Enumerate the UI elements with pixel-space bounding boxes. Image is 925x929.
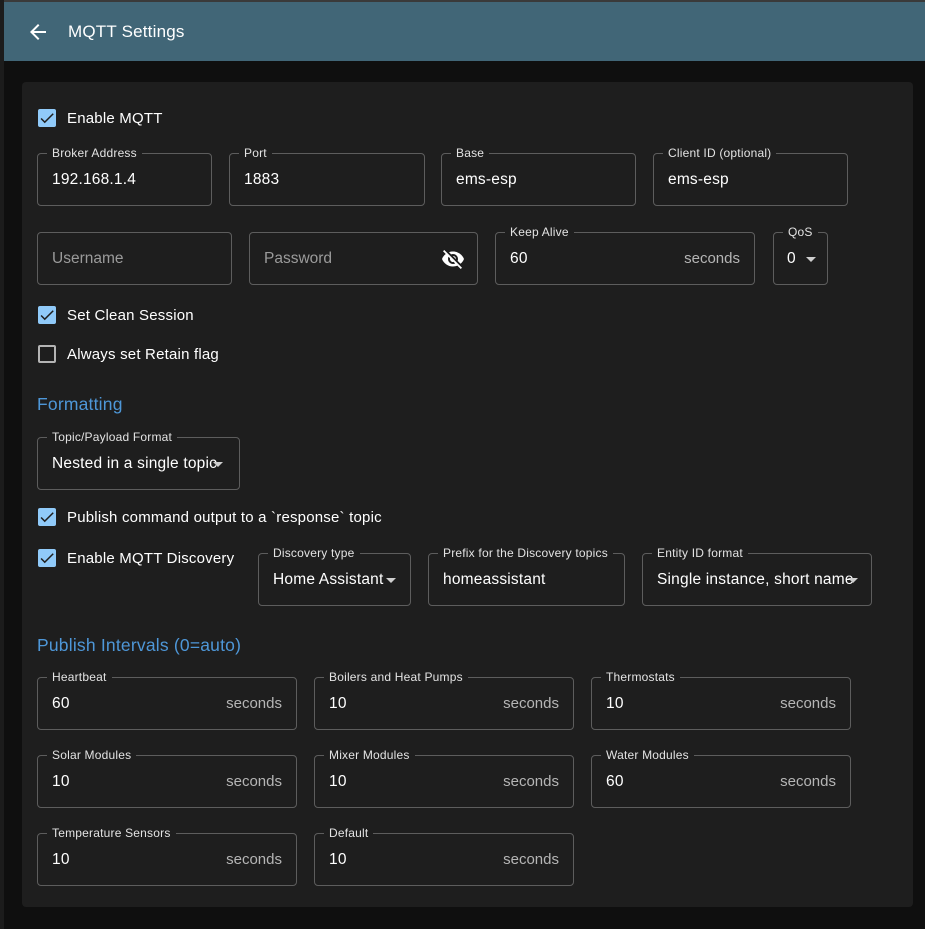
temperature-sensors-unit: seconds: [226, 834, 282, 885]
discovery-prefix-field[interactable]: Prefix for the Discovery topics homeassi…: [428, 553, 625, 606]
page-title: MQTT Settings: [68, 22, 185, 42]
thermostats-unit: seconds: [780, 678, 836, 729]
entity-id-format-caret-icon: [848, 578, 858, 583]
topic-format-value: Nested in a single topic: [52, 438, 217, 489]
clean-session-checkbox-row[interactable]: Set Clean Session: [38, 306, 194, 324]
mqtt-settings-page: MQTT Settings Enable MQTT Broker Address…: [0, 0, 925, 929]
enable-mqtt-label: Enable MQTT: [67, 110, 163, 127]
discovery-type-caret-icon: [386, 578, 396, 583]
temperature-sensors-value: 10: [52, 834, 70, 885]
base-value: ems-esp: [456, 154, 517, 205]
boilers-heatpumps-value: 10: [329, 678, 347, 729]
temperature-sensors-interval-field[interactable]: Temperature Sensors 10 seconds: [37, 833, 297, 886]
retain-flag-label: Always set Retain flag: [67, 346, 219, 363]
broker-address-value: 192.168.1.4: [52, 154, 136, 205]
settings-card: Enable MQTT Broker Address 192.168.1.4 P…: [22, 82, 913, 907]
default-interval-value: 10: [329, 834, 347, 885]
water-modules-value: 60: [606, 756, 624, 807]
broker-address-field[interactable]: Broker Address 192.168.1.4: [37, 153, 212, 206]
thermostats-value: 10: [606, 678, 624, 729]
heartbeat-unit: seconds: [226, 678, 282, 729]
mixer-modules-interval-field[interactable]: Mixer Modules 10 seconds: [314, 755, 574, 808]
retain-flag-checkbox-row[interactable]: Always set Retain flag: [38, 345, 219, 363]
entity-id-format-value: Single instance, short name: [657, 554, 854, 605]
heartbeat-value: 60: [52, 678, 70, 729]
enable-discovery-label: Enable MQTT Discovery: [67, 550, 234, 567]
discovery-type-value: Home Assistant: [273, 554, 383, 605]
password-placeholder: Password: [264, 233, 332, 284]
app-header: MQTT Settings: [4, 2, 925, 61]
mixer-modules-unit: seconds: [503, 756, 559, 807]
water-modules-interval-field[interactable]: Water Modules 60 seconds: [591, 755, 851, 808]
clean-session-checkbox[interactable]: [38, 306, 56, 324]
enable-mqtt-checkbox[interactable]: [38, 109, 56, 127]
boilers-heatpumps-interval-field[interactable]: Boilers and Heat Pumps 10 seconds: [314, 677, 574, 730]
qos-value: 0: [787, 233, 796, 284]
keep-alive-field[interactable]: Keep Alive 60 seconds: [495, 232, 755, 285]
solar-modules-value: 10: [52, 756, 70, 807]
window-left-edge: [0, 0, 4, 929]
publish-intervals-section-title: Publish Intervals (0=auto): [37, 635, 241, 656]
base-field[interactable]: Base ems-esp: [441, 153, 636, 206]
discovery-prefix-value: homeassistant: [443, 554, 546, 605]
solar-modules-unit: seconds: [226, 756, 282, 807]
default-interval-unit: seconds: [503, 834, 559, 885]
keep-alive-unit: seconds: [684, 233, 740, 284]
discovery-type-select[interactable]: Discovery type Home Assistant: [258, 553, 411, 606]
retain-flag-checkbox[interactable]: [38, 345, 56, 363]
keep-alive-value: 60: [510, 233, 528, 284]
entity-id-format-select[interactable]: Entity ID format Single instance, short …: [642, 553, 872, 606]
visibility-off-icon[interactable]: [441, 247, 465, 271]
boilers-heatpumps-unit: seconds: [503, 678, 559, 729]
client-id-value: ems-esp: [668, 154, 729, 205]
enable-mqtt-checkbox-row[interactable]: Enable MQTT: [38, 109, 163, 127]
formatting-section-title: Formatting: [37, 394, 123, 415]
water-modules-unit: seconds: [780, 756, 836, 807]
clean-session-label: Set Clean Session: [67, 307, 194, 324]
enable-discovery-checkbox-row[interactable]: Enable MQTT Discovery: [38, 549, 234, 567]
thermostats-interval-field[interactable]: Thermostats 10 seconds: [591, 677, 851, 730]
username-placeholder: Username: [52, 233, 124, 284]
port-value: 1883: [244, 154, 279, 205]
heartbeat-interval-field[interactable]: Heartbeat 60 seconds: [37, 677, 297, 730]
publish-response-checkbox-row[interactable]: Publish command output to a `response` t…: [38, 508, 382, 526]
window-top-edge: [0, 0, 925, 2]
qos-select[interactable]: QoS 0: [773, 232, 828, 285]
default-interval-field[interactable]: Default 10 seconds: [314, 833, 574, 886]
publish-response-label: Publish command output to a `response` t…: [67, 509, 382, 526]
back-arrow-icon[interactable]: [26, 20, 50, 44]
mixer-modules-value: 10: [329, 756, 347, 807]
topic-format-caret-icon: [213, 462, 223, 467]
qos-dropdown-caret-icon: [806, 257, 816, 262]
topic-format-select[interactable]: Topic/Payload Format Nested in a single …: [37, 437, 240, 490]
password-field[interactable]: Password: [249, 232, 478, 285]
client-id-field[interactable]: Client ID (optional) ems-esp: [653, 153, 848, 206]
port-field[interactable]: Port 1883: [229, 153, 425, 206]
solar-modules-interval-field[interactable]: Solar Modules 10 seconds: [37, 755, 297, 808]
enable-discovery-checkbox[interactable]: [38, 549, 56, 567]
username-field[interactable]: Username: [37, 232, 232, 285]
publish-response-checkbox[interactable]: [38, 508, 56, 526]
